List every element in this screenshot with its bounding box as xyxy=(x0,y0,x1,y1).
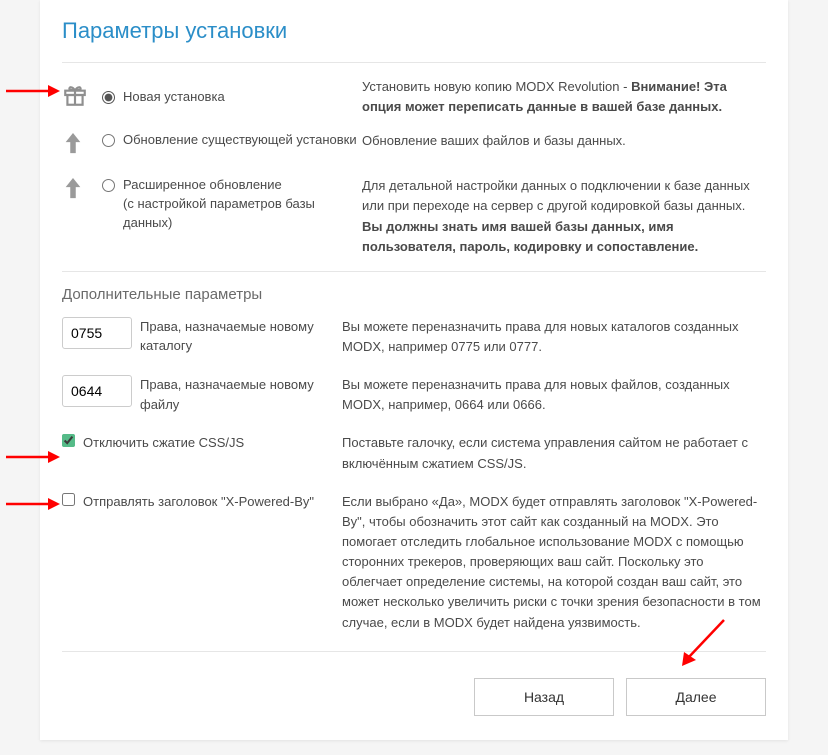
option-advanced-left: Расширенное обновление (с настройкой пар… xyxy=(102,176,362,233)
file-perms-desc: Вы можете переназначить права для новых … xyxy=(342,375,766,415)
gift-icon xyxy=(62,82,102,113)
disable-compress-checkbox[interactable] xyxy=(62,434,75,447)
file-perms-input[interactable] xyxy=(62,375,132,407)
button-row: Назад Далее xyxy=(62,678,766,716)
install-options-panel: Параметры установки Новая установка Уста… xyxy=(40,0,788,740)
radio-update[interactable] xyxy=(102,134,115,147)
xpowered-left: Отправлять заголовок "X-Powered-By" xyxy=(62,492,342,512)
option-update-desc: Обновление ваших файлов и базы данных. xyxy=(362,131,766,151)
radio-update-label: Обновление существующей установки xyxy=(123,131,357,150)
option-advanced-desc: Для детальной настройки данных о подключ… xyxy=(362,176,766,257)
arrow-up-icon xyxy=(62,176,102,207)
radio-advanced[interactable] xyxy=(102,179,115,192)
xpowered-label: Отправлять заголовок "X-Powered-By" xyxy=(83,492,314,512)
extra-params-title: Дополнительные параметры xyxy=(62,286,766,303)
folder-perms-label: Права, назначаемые новому каталогу xyxy=(140,317,342,356)
option-new-install-left: Новая установка xyxy=(102,88,362,107)
xpowered-desc: Если выбрано «Да», MODX будет отправлять… xyxy=(342,492,766,633)
file-perms-left: Права, назначаемые новому файлу xyxy=(62,375,342,414)
radio-new-install-label: Новая установка xyxy=(123,88,225,107)
file-perms-row: Права, назначаемые новому файлу Вы может… xyxy=(62,375,766,415)
disable-compress-row: Отключить сжатие CSS/JS Поставьте галочк… xyxy=(62,433,766,473)
separator xyxy=(62,651,766,652)
file-perms-label: Права, назначаемые новому файлу xyxy=(140,375,342,414)
disable-compress-desc: Поставьте галочку, если система управлен… xyxy=(342,433,766,473)
option-new-install-desc: Установить новую копию MODX Revolution -… xyxy=(362,77,766,117)
page-title: Параметры установки xyxy=(62,18,766,44)
folder-perms-input[interactable] xyxy=(62,317,132,349)
next-button[interactable]: Далее xyxy=(626,678,766,716)
folder-perms-desc: Вы можете переназначить права для новых … xyxy=(342,317,766,357)
xpowered-checkbox[interactable] xyxy=(62,493,75,506)
radio-advanced-label: Расширенное обновление (с настройкой пар… xyxy=(123,176,362,233)
disable-compress-label: Отключить сжатие CSS/JS xyxy=(83,433,244,453)
radio-new-install[interactable] xyxy=(102,91,115,104)
arrow-up-icon xyxy=(62,131,102,162)
separator xyxy=(62,62,766,63)
option-update-left: Обновление существующей установки xyxy=(102,131,362,150)
folder-perms-row: Права, назначаемые новому каталогу Вы мо… xyxy=(62,317,766,357)
option-advanced-row: Расширенное обновление (с настройкой пар… xyxy=(62,176,766,257)
xpowered-row: Отправлять заголовок "X-Powered-By" Если… xyxy=(62,492,766,633)
separator xyxy=(62,271,766,272)
option-update-row: Обновление существующей установки Обновл… xyxy=(62,131,766,162)
option-new-install-row: Новая установка Установить новую копию M… xyxy=(62,77,766,117)
back-button[interactable]: Назад xyxy=(474,678,614,716)
folder-perms-left: Права, назначаемые новому каталогу xyxy=(62,317,342,356)
disable-compress-left: Отключить сжатие CSS/JS xyxy=(62,433,342,453)
